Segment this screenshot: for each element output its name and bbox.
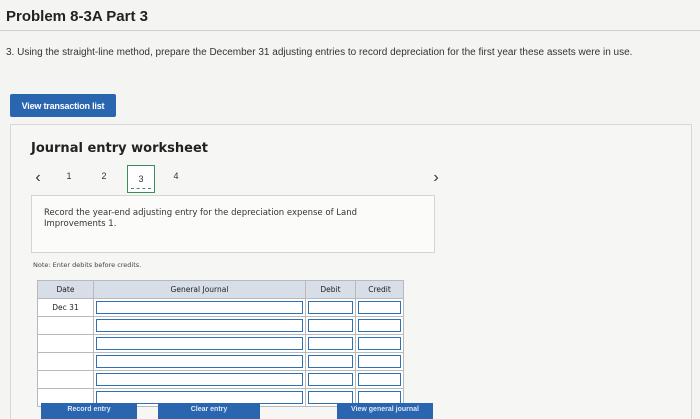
credit-cell[interactable] [355, 352, 404, 371]
credit-cell[interactable] [355, 298, 404, 317]
credit-input[interactable] [358, 337, 401, 350]
page-1[interactable]: 1 [63, 171, 75, 181]
credit-cell[interactable] [355, 334, 404, 353]
page-2[interactable]: 2 [98, 171, 110, 181]
debit-cell[interactable] [305, 298, 356, 317]
table-row [37, 370, 404, 389]
chevron-left-icon[interactable]: ‹ [31, 169, 45, 187]
table-row [37, 352, 404, 371]
credit-input[interactable] [358, 301, 401, 314]
journal-header-row: Date General Journal Debit Credit [37, 280, 404, 299]
title-divider [0, 30, 700, 31]
debit-input[interactable] [308, 319, 353, 332]
chevron-right-icon[interactable]: › [429, 169, 443, 187]
debit-cell[interactable] [305, 352, 356, 371]
debit-header: Debit [305, 280, 356, 299]
account-input[interactable] [96, 301, 303, 314]
date-cell[interactable]: Dec 31 [37, 298, 94, 317]
date-cell[interactable] [37, 352, 94, 371]
journal-table: Date General Journal Debit Credit Dec 31 [37, 280, 404, 407]
account-cell[interactable] [93, 334, 306, 353]
date-cell[interactable] [37, 370, 94, 389]
account-input[interactable] [96, 337, 303, 350]
debit-input[interactable] [308, 337, 353, 350]
account-input[interactable] [96, 319, 303, 332]
view-general-journal-button[interactable]: View general journal [337, 403, 433, 419]
date-cell[interactable] [37, 316, 94, 335]
page-3-active[interactable]: 3 [127, 165, 155, 193]
debit-input[interactable] [308, 355, 353, 368]
problem-title: Problem 8-3A Part 3 [6, 8, 148, 25]
credit-input[interactable] [358, 373, 401, 386]
table-row [37, 334, 404, 353]
account-input[interactable] [96, 373, 303, 386]
journal-entry-worksheet-panel: Journal entry worksheet ‹ 1 2 3 4 › Reco… [10, 124, 692, 419]
account-cell[interactable] [93, 316, 306, 335]
account-cell[interactable] [93, 370, 306, 389]
debit-cell[interactable] [305, 316, 356, 335]
view-transaction-list-button[interactable]: View transaction list [10, 94, 116, 117]
debit-cell[interactable] [305, 334, 356, 353]
account-input[interactable] [96, 355, 303, 368]
task-text: Record the year-end adjusting entry for … [44, 208, 357, 229]
worksheet-title: Journal entry worksheet [31, 141, 208, 156]
credit-cell[interactable] [355, 316, 404, 335]
date-cell[interactable] [37, 334, 94, 353]
clear-entry-button[interactable]: Clear entry [158, 403, 260, 419]
credit-input[interactable] [358, 355, 401, 368]
general-journal-header: General Journal [93, 280, 306, 299]
page-4[interactable]: 4 [170, 171, 182, 181]
account-cell[interactable] [93, 352, 306, 371]
credit-input[interactable] [358, 319, 401, 332]
task-description-box: Record the year-end adjusting entry for … [31, 195, 435, 253]
table-row [37, 316, 404, 335]
credit-cell[interactable] [355, 370, 404, 389]
table-row: Dec 31 [37, 298, 404, 317]
debit-input[interactable] [308, 301, 353, 314]
instruction-text: 3. Using the straight-line method, prepa… [6, 47, 633, 58]
date-header: Date [37, 280, 94, 299]
credit-header: Credit [355, 280, 404, 299]
record-entry-button[interactable]: Record entry [41, 403, 137, 419]
account-cell[interactable] [93, 298, 306, 317]
debit-cell[interactable] [305, 370, 356, 389]
debit-input[interactable] [308, 373, 353, 386]
note-text: Note: Enter debits before credits. [33, 261, 142, 269]
